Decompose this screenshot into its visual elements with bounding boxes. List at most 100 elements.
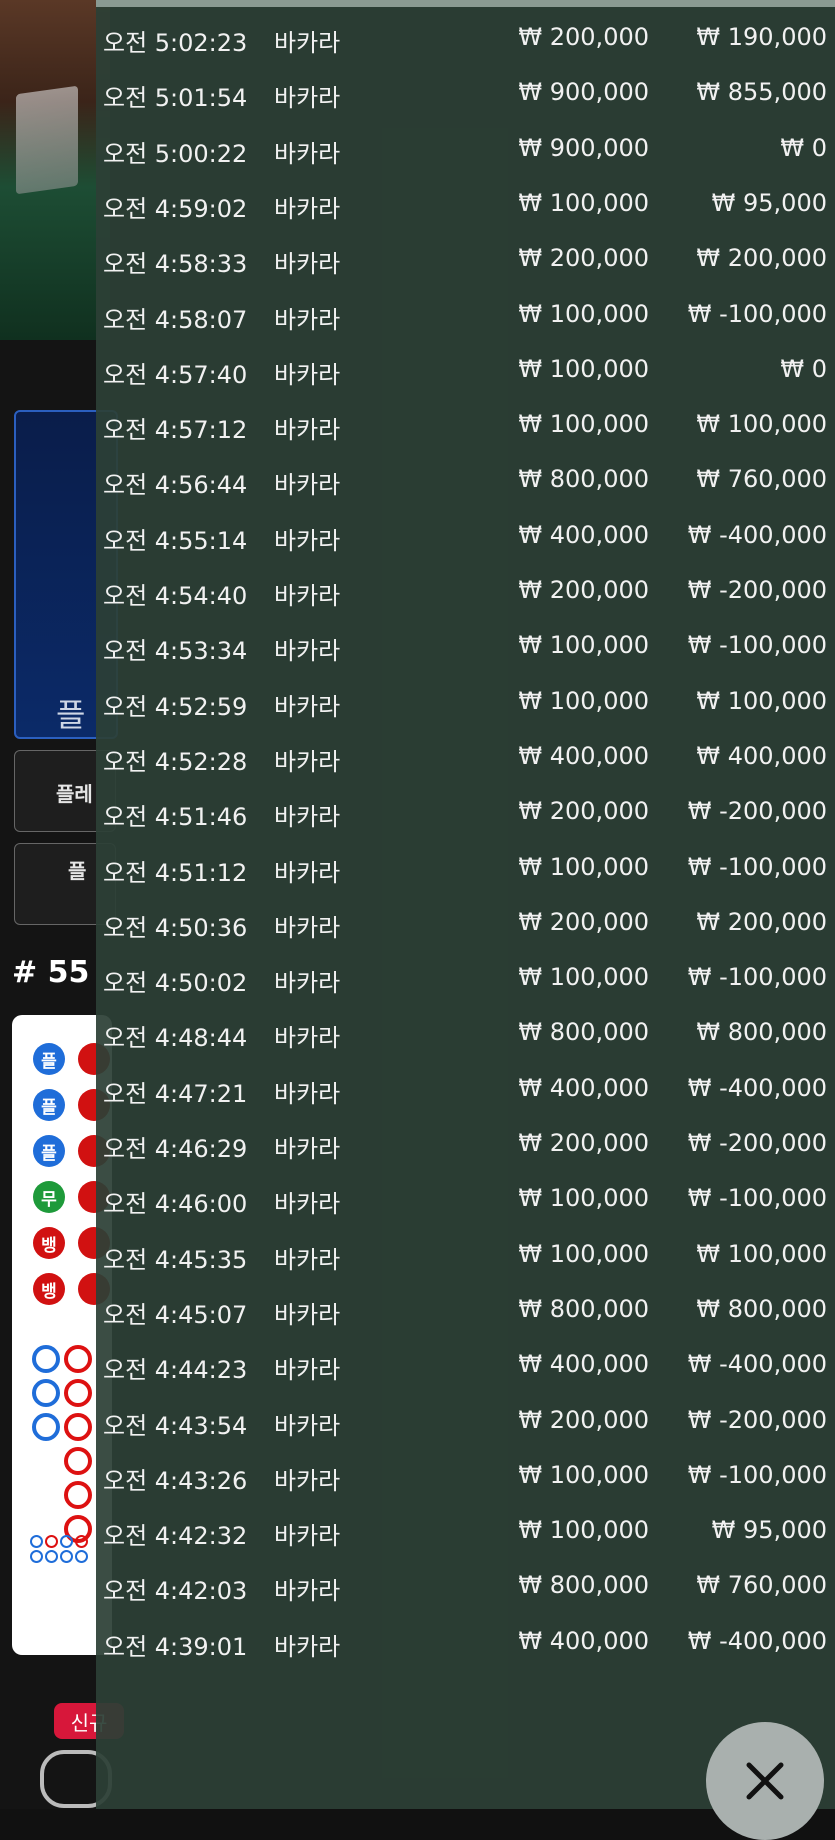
row-bet-amount: ₩ 200,000 <box>518 244 649 273</box>
history-row: 오전 5:01:54 바카라 ₩ 900,000 ₩ 855,000 <box>96 64 835 119</box>
row-win-amount: ₩ -100,000 <box>687 1184 827 1213</box>
row-win-amount: ₩ -200,000 <box>687 797 827 826</box>
row-game: 바카라 <box>274 1190 341 1219</box>
row-time: 오전 4:46:29 <box>103 1135 248 1163</box>
row-time: 오전 5:02:23 <box>103 29 248 57</box>
history-row: 오전 4:48:44 바카라 ₩ 800,000 ₩ 800,000 <box>96 1004 835 1059</box>
row-game: 바카라 <box>274 1522 341 1551</box>
row-time: 오전 4:55:14 <box>103 526 248 555</box>
row-bet-amount: ₩ 100,000 <box>518 631 649 660</box>
bigroad-player-ring <box>32 1379 60 1407</box>
history-row: 오전 4:59:02 바카라 ₩ 100,000 ₩ 95,000 <box>96 175 835 230</box>
row-win-amount: ₩ -100,000 <box>687 631 827 660</box>
history-row: 오전 4:39:01 바카라 ₩ 400,000 ₩ -400,000 <box>96 1613 835 1668</box>
row-game: 바카라 <box>274 858 341 887</box>
small-road-dot <box>75 1550 88 1563</box>
row-game: 바카라 <box>274 1079 341 1108</box>
row-bet-amount: ₩ 100,000 <box>518 354 649 383</box>
row-bet-amount: ₩ 200,000 <box>518 1129 649 1157</box>
bet-history-panel[interactable]: 오전 5:02:23 바카라 ₩ 200,000 ₩ 190,000 오전 5:01:5… <box>96 0 835 1809</box>
history-row: 오전 4:58:07 바카라 ₩ 100,000 ₩ -100,000 <box>96 286 835 341</box>
row-bet-amount: ₩ 800,000 <box>518 1018 649 1047</box>
row-time: 오전 4:42:32 <box>103 1522 248 1551</box>
row-win-amount: ₩ 760,000 <box>696 1571 827 1600</box>
road-player-marker: 플 <box>33 1135 65 1167</box>
row-bet-amount: ₩ 800,000 <box>518 1294 649 1323</box>
row-game: 바카라 <box>274 526 341 555</box>
row-bet-amount: ₩ 400,000 <box>518 1626 649 1655</box>
row-time: 오전 4:44:23 <box>103 1356 248 1385</box>
history-row: 오전 4:53:34 바카라 ₩ 100,000 ₩ -100,000 <box>96 617 835 672</box>
row-win-amount: ₩ 200,000 <box>696 907 827 936</box>
row-win-amount: ₩ -400,000 <box>687 520 827 549</box>
history-row: 오전 4:46:00 바카라 ₩ 100,000 ₩ -100,000 <box>96 1170 835 1225</box>
history-row: 오전 4:45:07 바카라 ₩ 800,000 ₩ 800,000 <box>96 1281 835 1336</box>
row-time: 오전 4:57:12 <box>103 416 248 445</box>
history-row: 오전 4:43:26 바카라 ₩ 100,000 ₩ -100,000 <box>96 1447 835 1502</box>
row-time: 오전 4:52:28 <box>103 747 248 776</box>
row-bet-amount: ₩ 900,000 <box>518 133 649 162</box>
row-time: 오전 4:39:01 <box>103 1632 248 1661</box>
row-time: 오전 4:46:00 <box>103 1190 248 1219</box>
row-game: 바카라 <box>274 360 341 389</box>
row-time: 오전 4:43:54 <box>103 1411 248 1440</box>
small-road-dot <box>60 1550 73 1563</box>
row-game: 바카라 <box>274 305 341 334</box>
small-road-dot <box>45 1550 58 1563</box>
row-game: 바카라 <box>274 1466 341 1495</box>
bigroad-banker-ring <box>64 1481 92 1509</box>
history-row: 오전 4:52:28 바카라 ₩ 400,000 ₩ 400,000 <box>96 728 835 783</box>
row-game: 바카라 <box>274 692 341 721</box>
row-game: 바카라 <box>274 1356 341 1385</box>
close-button[interactable] <box>706 1722 824 1840</box>
row-bet-amount: ₩ 100,000 <box>518 852 649 881</box>
row-bet-amount: ₩ 900,000 <box>518 78 649 107</box>
row-win-amount: ₩ -200,000 <box>687 1129 827 1157</box>
row-win-amount: ₩ 190,000 <box>696 23 827 51</box>
row-bet-amount: ₩ 100,000 <box>518 1184 649 1213</box>
row-time: 오전 4:50:36 <box>103 913 248 942</box>
row-bet-amount: ₩ 400,000 <box>518 741 649 770</box>
small-road-dot <box>30 1550 43 1563</box>
row-bet-amount: ₩ 100,000 <box>518 188 649 217</box>
row-bet-amount: ₩ 100,000 <box>518 410 649 439</box>
row-game: 바카라 <box>274 250 341 279</box>
row-time: 오전 4:50:02 <box>103 969 248 998</box>
history-row: 오전 4:50:02 바카라 ₩ 100,000 ₩ -100,000 <box>96 949 835 1004</box>
row-game: 바카라 <box>274 29 341 57</box>
row-bet-amount: ₩ 200,000 <box>518 1405 649 1434</box>
history-row: 오전 4:56:44 바카라 ₩ 800,000 ₩ 760,000 <box>96 451 835 506</box>
row-game: 바카라 <box>274 582 341 610</box>
row-bet-amount: ₩ 100,000 <box>518 299 649 328</box>
row-win-amount: ₩ -400,000 <box>687 1073 827 1102</box>
history-row: 오전 4:54:40 바카라 ₩ 200,000 ₩ -200,000 <box>96 562 835 617</box>
bigroad-banker-ring <box>64 1413 92 1441</box>
row-time: 오전 4:58:07 <box>103 305 248 334</box>
row-bet-amount: ₩ 200,000 <box>518 907 649 936</box>
round-number: # 55 <box>12 955 90 990</box>
road-banker-marker: 뱅 <box>33 1227 65 1259</box>
row-game: 바카라 <box>274 803 341 832</box>
row-win-amount: ₩ -100,000 <box>687 852 827 881</box>
road-tie-marker: 무 <box>33 1181 65 1213</box>
row-win-amount: ₩ 760,000 <box>696 465 827 494</box>
small-road-dot <box>30 1535 43 1548</box>
row-win-amount: ₩ 95,000 <box>711 188 827 217</box>
row-bet-amount: ₩ 200,000 <box>518 797 649 826</box>
row-time: 오전 4:52:59 <box>103 692 248 721</box>
row-win-amount: ₩ 95,000 <box>711 1516 827 1545</box>
row-time: 오전 4:45:07 <box>103 1300 248 1329</box>
history-row: 오전 4:43:54 바카라 ₩ 200,000 ₩ -200,000 <box>96 1392 835 1447</box>
road-player-marker: 플 <box>33 1089 65 1121</box>
row-game: 바카라 <box>274 416 341 445</box>
row-game: 바카라 <box>274 1411 341 1440</box>
history-row: 오전 4:46:29 바카라 ₩ 200,000 ₩ -200,000 <box>96 1115 835 1170</box>
row-game: 바카라 <box>274 1135 341 1163</box>
row-bet-amount: ₩ 100,000 <box>518 963 649 992</box>
history-row: 오전 4:57:40 바카라 ₩ 100,000 ₩ 0 <box>96 341 835 396</box>
panel-top-edge <box>96 0 835 7</box>
row-bet-amount: ₩ 400,000 <box>518 1350 649 1379</box>
row-game: 바카라 <box>274 1632 341 1661</box>
row-time: 오전 4:48:44 <box>103 1024 248 1053</box>
row-win-amount: ₩ 0 <box>780 354 827 383</box>
